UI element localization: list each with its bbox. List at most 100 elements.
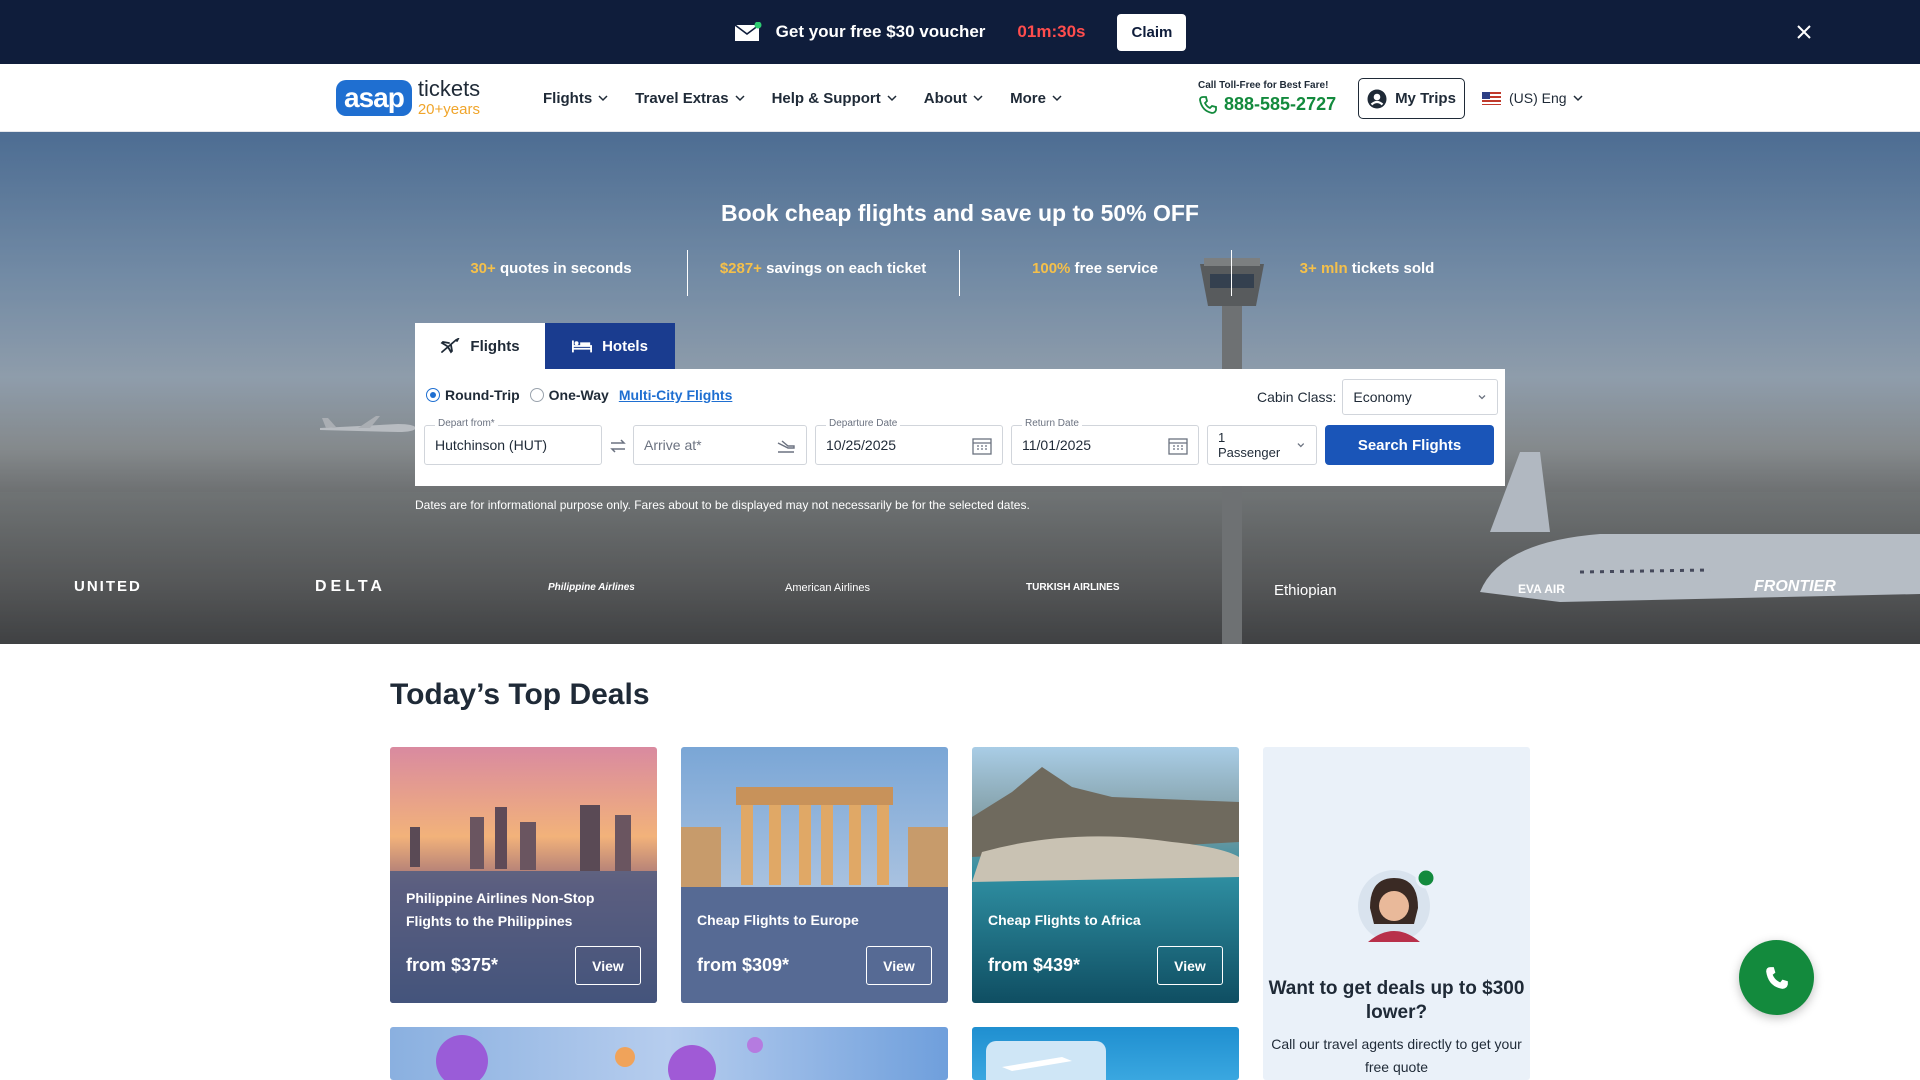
stat-item: 30+ quotes in seconds bbox=[470, 260, 632, 277]
nav-label: Help & Support bbox=[771, 89, 881, 107]
hero-headline: Book cheap flights and save up to 50% OF… bbox=[721, 200, 1199, 226]
my-trips-label: My Trips bbox=[1395, 90, 1456, 107]
nav-label: Travel Extras bbox=[635, 89, 729, 107]
chevron-down-icon bbox=[598, 95, 608, 102]
departure-date-field[interactable]: Departure Date 10/25/2025 bbox=[815, 418, 1003, 465]
chevron-down-icon bbox=[973, 95, 983, 102]
deal-card-philippines[interactable]: Philippine Airlines Non-Stop Flights to … bbox=[390, 747, 657, 1003]
tab-hotels[interactable]: Hotels bbox=[545, 323, 675, 369]
search-flights-button[interactable]: Search Flights bbox=[1325, 425, 1494, 465]
calendar-icon bbox=[972, 438, 992, 455]
deal-title: Philippine Airlines Non-Stop Flights to … bbox=[406, 890, 595, 929]
deal-price: from $439* bbox=[988, 955, 1081, 975]
chevron-down-icon bbox=[1052, 95, 1062, 102]
radio-unselected bbox=[529, 388, 544, 402]
deal-price: from $375* bbox=[406, 955, 499, 975]
flight-search-form: Round-Trip One-Way Multi-City Flights Ca… bbox=[415, 369, 1505, 486]
plane-icon bbox=[440, 338, 460, 354]
deal-title: Cheap Flights to Africa bbox=[988, 912, 1141, 928]
view-button[interactable]: View bbox=[866, 946, 932, 985]
airline-united: UNITED bbox=[74, 578, 142, 595]
language-selector[interactable]: (US) Eng bbox=[1482, 90, 1583, 106]
airline-eva: EVA AIR bbox=[1518, 582, 1565, 596]
toll-free-call[interactable]: Call Toll-Free for Best Fare! 888-585-27… bbox=[1198, 80, 1336, 115]
deals-title: Today’s Top Deals bbox=[390, 678, 650, 711]
nav-label: Flights bbox=[543, 89, 593, 107]
deal-price: from $309* bbox=[697, 955, 790, 975]
agent-callout: Want to get deals up to $300 lower? Call… bbox=[1263, 747, 1530, 1080]
deal-image bbox=[986, 1041, 1106, 1080]
return-date-field[interactable]: Return Date 11/01/2025 bbox=[1011, 418, 1199, 465]
promo-bar: Get your free $30 voucher 01m:30s Claim bbox=[0, 0, 1920, 64]
chevron-down-icon bbox=[735, 95, 745, 102]
trip-type-group: Round-Trip One-Way Multi-City Flights bbox=[426, 387, 732, 403]
claim-button[interactable]: Claim bbox=[1117, 13, 1187, 51]
tab-label: Hotels bbox=[602, 337, 648, 355]
depart-from-field[interactable]: Depart from* Hutchinson (HUT) bbox=[424, 418, 602, 465]
nav-travel-extras[interactable]: Travel Extras bbox=[635, 89, 745, 107]
site-header: asap tickets 20+years Flights Travel Ext… bbox=[0, 64, 1920, 132]
stat-item: 100% free service bbox=[959, 250, 1231, 306]
promo-timer: 01m:30s bbox=[1017, 22, 1086, 41]
nav-label: About bbox=[923, 89, 968, 107]
main-nav: Flights Travel Extras Help & Support Abo… bbox=[543, 64, 1089, 132]
agent-avatar bbox=[1358, 867, 1436, 942]
airline-frontier: FRONTIER bbox=[1754, 578, 1836, 595]
promo-message: Get your free $30 voucher bbox=[775, 22, 986, 41]
logo-years: 20+years bbox=[417, 101, 480, 118]
chevron-down-icon bbox=[1297, 443, 1305, 448]
nav-flights[interactable]: Flights bbox=[543, 90, 608, 107]
phone-number[interactable]: 888-585-2727 bbox=[1224, 94, 1336, 115]
call-label: Call Toll-Free for Best Fare! bbox=[1198, 80, 1329, 91]
hero-section: Book cheap flights and save up to 50% OF… bbox=[0, 132, 1920, 644]
stat-item: 3+ mln tickets sold bbox=[1231, 250, 1503, 306]
bed-icon bbox=[572, 340, 593, 353]
asap-tickets-logo[interactable]: asap tickets 20+years bbox=[336, 78, 480, 117]
one-way-radio[interactable]: One-Way bbox=[529, 387, 609, 403]
view-button[interactable]: View bbox=[575, 946, 641, 985]
deal-title: Cheap Flights to Europe bbox=[697, 912, 859, 928]
airline-delta: DELTA bbox=[315, 578, 386, 595]
search-tabs: Flights Hotels bbox=[415, 323, 675, 369]
cabin-label: Cabin Class: bbox=[1257, 389, 1337, 405]
deal-card-europe[interactable]: Cheap Flights to Europe from $309* View bbox=[681, 747, 948, 1003]
agent-heading: Want to get deals up to $300 lower? bbox=[1268, 978, 1525, 1023]
airline-ethiopian: Ethiopian bbox=[1274, 582, 1337, 599]
swap-icon[interactable] bbox=[609, 437, 627, 455]
chevron-down-icon bbox=[887, 95, 897, 102]
passenger-select[interactable]: 1 Passenger bbox=[1207, 425, 1317, 465]
language-label: (US) Eng bbox=[1509, 90, 1567, 106]
view-button[interactable]: View bbox=[1157, 946, 1223, 985]
airline-logos: UNITED DELTA Philippine Airlines America… bbox=[0, 570, 1920, 610]
nav-help-support[interactable]: Help & Support bbox=[772, 90, 897, 107]
call-fab-button[interactable] bbox=[1739, 940, 1814, 1015]
cabin-class-select[interactable]: Economy bbox=[1342, 379, 1499, 415]
radio-selected bbox=[426, 388, 440, 402]
deal-card-africa[interactable]: Cheap Flights to Africa from $439* View bbox=[972, 747, 1239, 1003]
agent-text: Call our travel agents directly to get y… bbox=[1271, 1036, 1522, 1075]
logo-asap: asap bbox=[336, 79, 412, 116]
close-icon[interactable] bbox=[1792, 20, 1816, 44]
arrival-plane-icon bbox=[777, 440, 795, 453]
multi-city-link[interactable]: Multi-City Flights bbox=[619, 387, 733, 403]
cabin-class: Cabin Class: Economy bbox=[1257, 379, 1499, 415]
us-flag-icon bbox=[1482, 91, 1501, 105]
calendar-icon bbox=[1168, 438, 1188, 455]
airline-american: American Airlines bbox=[785, 582, 870, 594]
chevron-down-icon bbox=[1478, 395, 1486, 400]
airline-philippine: Philippine Airlines bbox=[548, 582, 635, 593]
arrive-at-field[interactable]: Arrive at* bbox=[633, 425, 807, 465]
tab-label: Flights bbox=[470, 337, 520, 355]
logo-tickets: tickets bbox=[417, 76, 481, 101]
nav-more[interactable]: More bbox=[1010, 90, 1062, 107]
nav-label: More bbox=[1010, 89, 1046, 107]
airline-turkish: TURKISH AIRLINES bbox=[1026, 582, 1120, 593]
nav-about[interactable]: About bbox=[924, 90, 983, 107]
chevron-down-icon bbox=[1573, 95, 1583, 102]
dates-disclaimer: Dates are for informational purpose only… bbox=[415, 498, 1030, 512]
deal-card-flights[interactable] bbox=[972, 1027, 1239, 1080]
deal-card-promo-balloons[interactable] bbox=[390, 1027, 948, 1080]
my-trips-button[interactable]: My Trips bbox=[1358, 78, 1465, 119]
tab-flights[interactable]: Flights bbox=[415, 323, 545, 369]
round-trip-radio[interactable]: Round-Trip bbox=[426, 387, 520, 403]
